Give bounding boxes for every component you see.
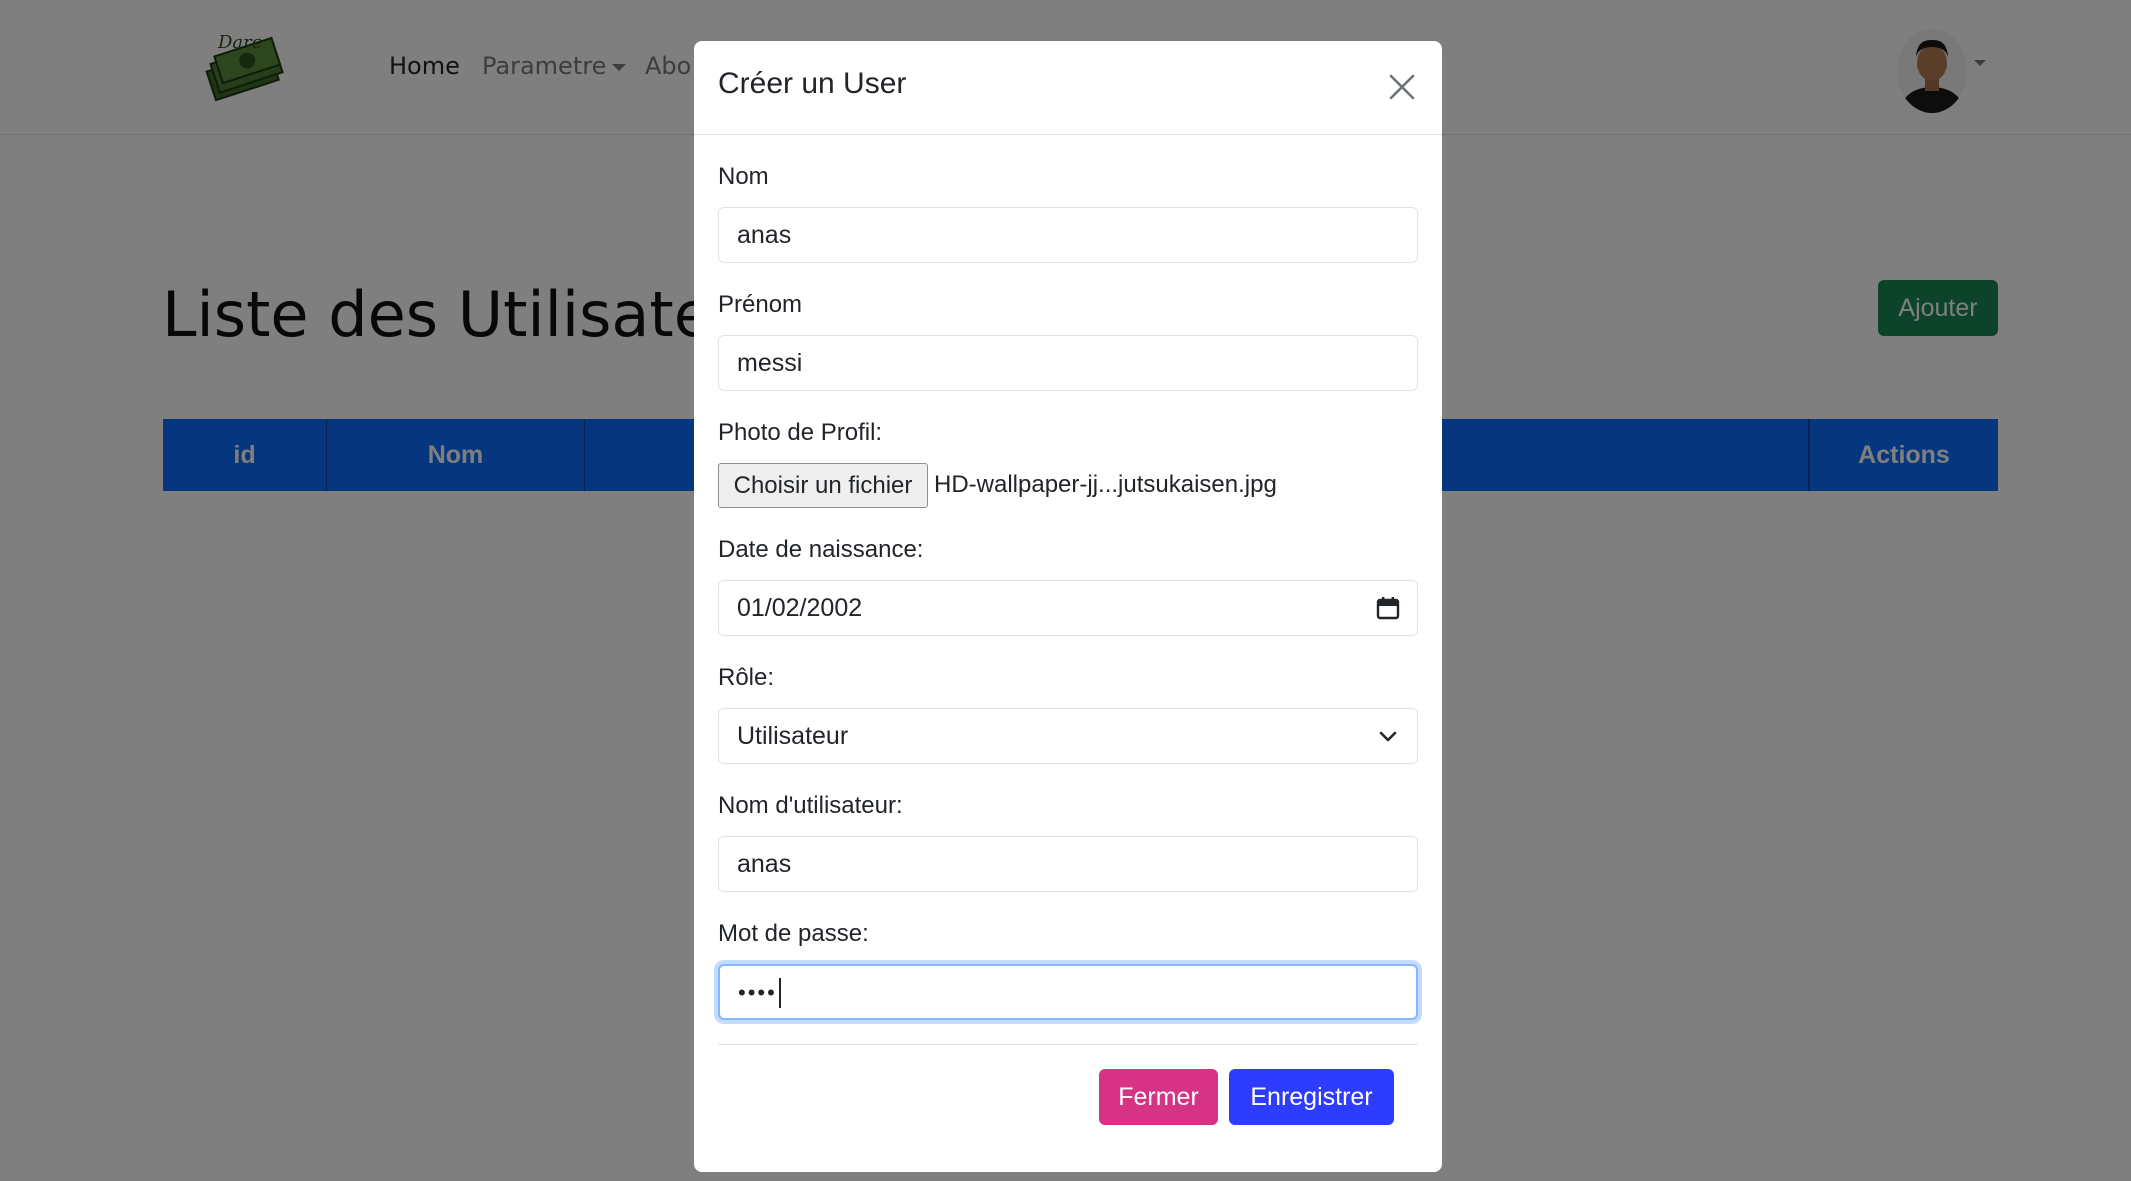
label-username: Nom d'utilisateur: (718, 792, 903, 819)
role-select[interactable]: Utilisateur (718, 708, 1418, 764)
label-date: Date de naissance: (718, 536, 924, 563)
close-icon[interactable] (1386, 71, 1418, 103)
username-input[interactable]: anas (718, 836, 1418, 892)
role-selected-value: Utilisateur (737, 722, 849, 750)
fermer-button[interactable]: Fermer (1099, 1069, 1218, 1125)
password-value: •••• (738, 980, 777, 1005)
enregistrer-button[interactable]: Enregistrer (1229, 1069, 1394, 1125)
modal-footer-divider (718, 1044, 1418, 1045)
calendar-icon[interactable] (1375, 595, 1401, 621)
label-password: Mot de passe: (718, 920, 869, 947)
password-input[interactable]: •••• (718, 964, 1418, 1020)
label-nom: Nom (718, 163, 769, 190)
modal-header: Créer un User (694, 41, 1442, 135)
choose-file-button[interactable]: Choisir un fichier (718, 463, 928, 508)
create-user-modal: Créer un User Nom anas Prénom messi Phot… (694, 41, 1442, 1172)
label-photo: Photo de Profil: (718, 419, 883, 446)
nom-input[interactable]: anas (718, 207, 1418, 263)
modal-title: Créer un User (718, 67, 907, 100)
date-input[interactable]: 01/02/2002 (718, 580, 1418, 636)
label-role: Rôle: (718, 664, 775, 691)
label-prenom: Prénom (718, 291, 803, 318)
chevron-down-icon (1379, 731, 1397, 742)
prenom-input[interactable]: messi (718, 335, 1418, 391)
date-value: 01/02/2002 (737, 594, 863, 622)
text-cursor (778, 978, 781, 1009)
selected-file-name: HD-wallpaper-jj...jutsukaisen.jpg (934, 471, 1277, 498)
